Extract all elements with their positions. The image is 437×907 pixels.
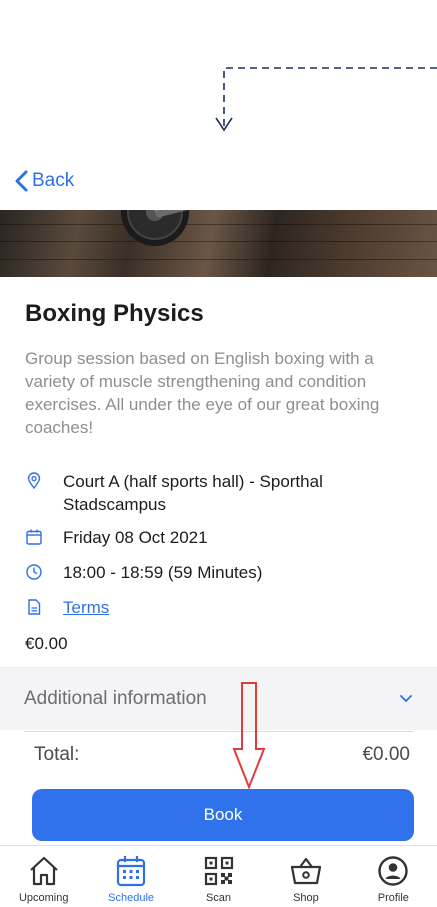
tab-upcoming[interactable]: Upcoming (0, 846, 87, 907)
chevron-down-icon (400, 695, 412, 703)
total-value: €0.00 (362, 744, 410, 765)
dumbbell-plate-image (121, 210, 240, 246)
annotation-dashed-arrow (215, 67, 437, 132)
book-button[interactable]: Book (32, 789, 414, 841)
back-label: Back (32, 170, 75, 191)
chevron-left-icon (15, 170, 28, 192)
total-row: Total: €0.00 (34, 744, 410, 766)
terms-link[interactable]: Terms (63, 596, 109, 619)
tab-scan[interactable]: Scan (175, 846, 262, 907)
terms-row: Terms (25, 596, 109, 619)
back-button[interactable]: Back (14, 170, 74, 192)
additional-information-label: Additional information (24, 688, 207, 709)
tab-bar: Upcoming Schedule Scan Shop Profile (0, 845, 437, 907)
location-pin-icon (25, 472, 43, 490)
calendar-icon (25, 528, 43, 546)
tab-shop[interactable]: Shop (262, 846, 349, 907)
tab-schedule[interactable]: Schedule (87, 846, 174, 907)
event-hero-image (0, 210, 437, 277)
tab-profile[interactable]: Profile (350, 846, 437, 907)
page-title: Boxing Physics (25, 300, 204, 327)
tab-scan-label: Scan (205, 892, 232, 904)
time-row: 18:00 - 18:59 (59 Minutes) (25, 561, 262, 584)
calendar-icon (117, 856, 146, 887)
location-text: Court A (half sports hall) - Sporthal St… (63, 472, 323, 514)
basket-icon (290, 857, 322, 885)
date-text: Friday 08 Oct 2021 (63, 528, 208, 547)
qr-code-icon (204, 856, 233, 886)
tab-schedule-label: Schedule (108, 892, 155, 904)
event-price: €0.00 (25, 634, 68, 653)
annotation-red-arrow (232, 682, 266, 790)
clock-icon (25, 563, 43, 581)
event-description: Group session based on English boxing wi… (25, 349, 380, 437)
location-row: Court A (half sports hall) - Sporthal St… (25, 470, 415, 516)
date-row: Friday 08 Oct 2021 (25, 526, 208, 549)
time-text: 18:00 - 18:59 (59 Minutes) (63, 563, 263, 582)
tab-profile-label: Profile (377, 892, 409, 904)
book-button-label: Book (203, 805, 243, 824)
tab-upcoming-label: Upcoming (18, 892, 69, 904)
divider (24, 731, 413, 732)
tab-shop-label: Shop (293, 892, 319, 904)
total-label: Total: (34, 744, 80, 765)
profile-icon (378, 856, 409, 886)
additional-information-toggle[interactable]: Additional information (0, 667, 437, 730)
home-icon (29, 856, 58, 886)
document-icon (25, 598, 43, 616)
